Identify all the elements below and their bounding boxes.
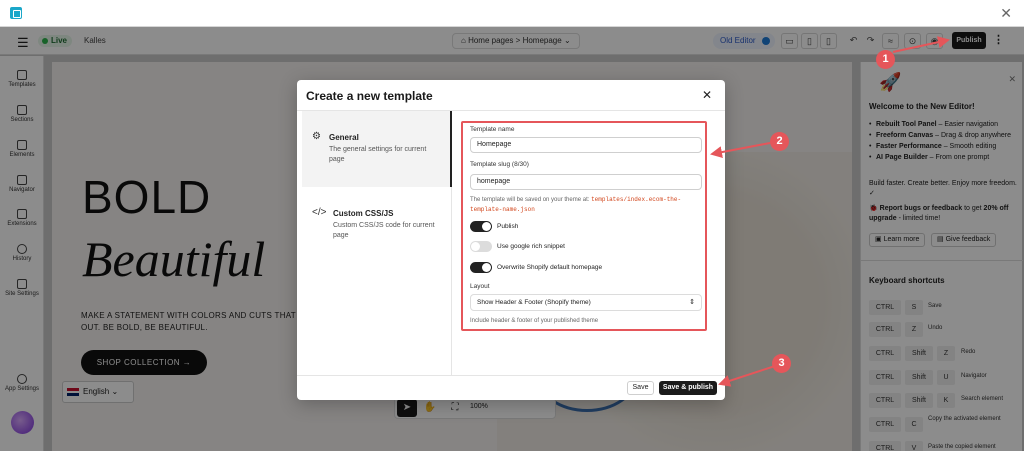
tab-label: General	[329, 133, 359, 142]
annotation-highlight-box	[461, 121, 707, 331]
tab-custom-css-js[interactable]: </> Custom CSS/JS Custom CSS/JS code for…	[302, 187, 452, 263]
window-close-icon[interactable]: ✕	[1000, 5, 1012, 22]
annotation-callout-1: 1	[876, 50, 895, 69]
tab-description: Custom CSS/JS code for current page	[333, 222, 435, 239]
browser-bar: ✕	[0, 0, 1024, 27]
code-icon: </>	[312, 207, 327, 218]
app-logo-icon	[10, 7, 22, 19]
annotation-callout-2: 2	[770, 132, 789, 151]
modal-title: Create a new template	[306, 89, 433, 103]
tab-description: The general settings for current page	[329, 146, 427, 163]
gear-icon: ⚙	[312, 131, 321, 142]
modal-footer: Save Save & publish	[297, 375, 725, 400]
modal-header: Create a new template ✕	[297, 80, 725, 111]
tab-label: Custom CSS/JS	[333, 209, 394, 218]
close-icon[interactable]: ✕	[702, 88, 712, 102]
save-and-publish-button[interactable]: Save & publish	[659, 381, 717, 395]
save-button[interactable]: Save	[627, 381, 654, 395]
tab-general[interactable]: ⚙ General The general settings for curre…	[302, 111, 452, 187]
annotation-callout-3: 3	[772, 354, 791, 373]
modal-nav: ⚙ General The general settings for curre…	[297, 111, 452, 375]
